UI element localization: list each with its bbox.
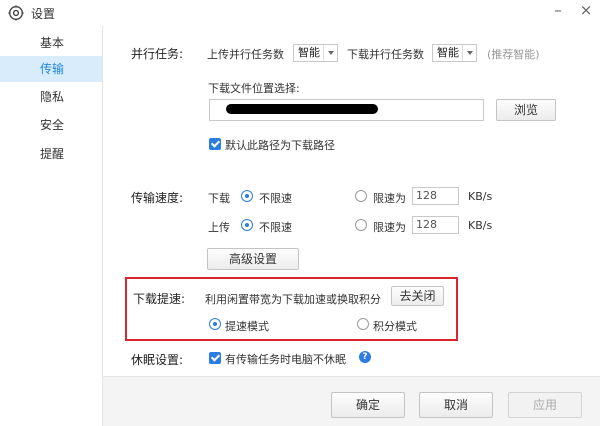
download-parallel-select[interactable]: 智能: [432, 44, 477, 62]
upload-limit-label: 限速为: [373, 221, 406, 234]
go-close-button[interactable]: 去关闭: [391, 286, 444, 306]
points-mode-radio[interactable]: [357, 318, 369, 330]
sidebar-item-reminder[interactable]: 提醒: [0, 141, 102, 167]
close-button[interactable]: ×: [576, 0, 596, 22]
download-unlimited-label: 不限速: [259, 192, 292, 205]
speed-mode-radio[interactable]: [209, 318, 221, 330]
transfer-speed-label: 传输速度:: [131, 191, 184, 205]
upload-limit-input[interactable]: 128: [412, 216, 459, 234]
parallel-hint: (推荐智能): [487, 48, 540, 61]
points-mode-label: 积分模式: [373, 320, 417, 333]
download-limit-radio[interactable]: [355, 190, 367, 202]
ok-button[interactable]: 确定: [331, 392, 405, 418]
advanced-settings-button[interactable]: 高级设置: [207, 248, 299, 270]
parallel-tasks-label: 并行任务:: [131, 47, 184, 61]
download-path-input[interactable]: [209, 99, 484, 121]
upload-parallel-value: 智能: [298, 46, 320, 59]
download-limit-input[interactable]: 128: [412, 187, 459, 205]
upload-unlimited-radio[interactable]: [241, 219, 253, 231]
sidebar-item-transfer[interactable]: 传输: [0, 56, 102, 82]
upload-parallel-select[interactable]: 智能: [293, 44, 338, 62]
browse-button[interactable]: 浏览: [496, 99, 556, 121]
download-parallel-value: 智能: [437, 46, 459, 59]
download-limit-label: 限速为: [373, 192, 406, 205]
speed-mode-label: 提速模式: [225, 320, 269, 333]
cancel-button[interactable]: 取消: [419, 392, 493, 418]
download-speed-label: 下载: [208, 192, 230, 205]
default-path-checkbox[interactable]: [209, 138, 221, 150]
download-path-label: 下载文件位置选择:: [208, 82, 300, 95]
upload-parallel-label: 上传并行任务数: [207, 48, 284, 61]
chevron-down-icon: [323, 45, 337, 61]
upload-speed-label: 上传: [208, 221, 230, 234]
settings-sidebar: 基本 传输 隐私 安全 提醒: [0, 26, 102, 426]
settings-gear-icon: [8, 5, 24, 21]
download-accel-label: 下载提速:: [133, 292, 186, 306]
download-limit-unit: KB/s: [468, 190, 493, 203]
upload-unlimited-label: 不限速: [259, 221, 292, 234]
upload-limit-radio[interactable]: [355, 219, 367, 231]
sidebar-item-basic[interactable]: 基本: [0, 30, 102, 56]
redaction-mark: [226, 104, 378, 114]
upload-limit-unit: KB/s: [468, 219, 493, 232]
sidebar-item-security[interactable]: 安全: [0, 112, 102, 138]
title-bar: 设置 – ×: [0, 0, 600, 26]
download-parallel-label: 下载并行任务数: [347, 48, 424, 61]
no-sleep-label: 有传输任务时电脑不休眠: [225, 353, 346, 366]
window-title: 设置: [31, 7, 56, 21]
default-path-label: 默认此路径为下载路径: [225, 139, 335, 152]
apply-button[interactable]: 应用: [508, 392, 582, 418]
download-unlimited-radio[interactable]: [241, 190, 253, 202]
minimize-button[interactable]: –: [548, 0, 568, 22]
sleep-settings-label: 休眠设置:: [131, 353, 184, 367]
no-sleep-checkbox[interactable]: [209, 352, 221, 364]
sidebar-item-privacy[interactable]: 隐私: [0, 84, 102, 110]
chevron-down-icon: [462, 45, 476, 61]
help-icon[interactable]: ?: [359, 351, 371, 363]
download-accel-description: 利用闲置带宽为下载加速或换取积分: [205, 293, 381, 306]
